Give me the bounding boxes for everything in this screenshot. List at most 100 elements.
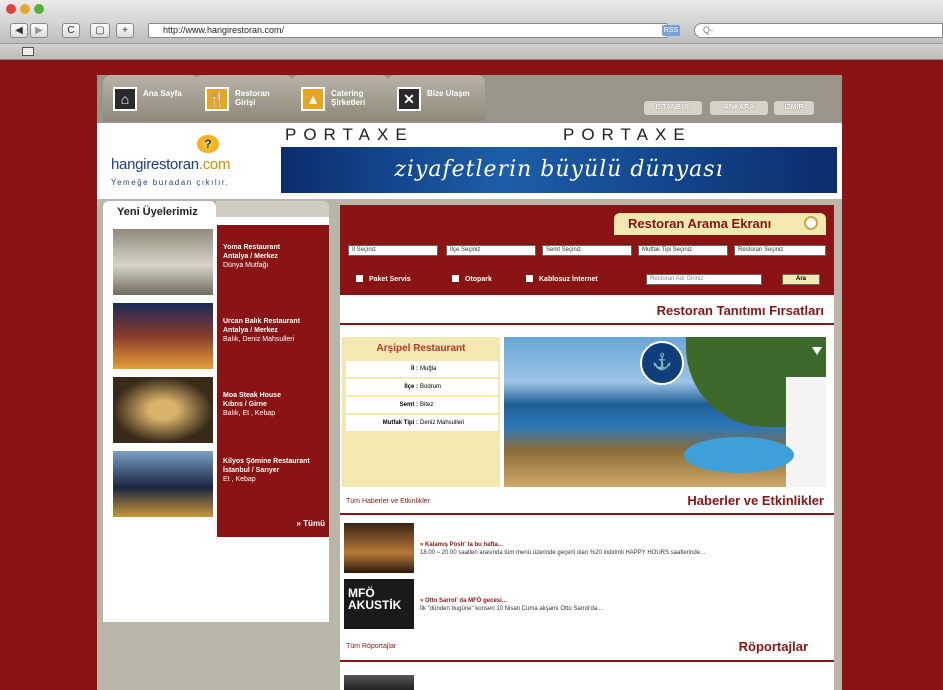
- portaxe-banner[interactable]: ziyafetlerin büyülü dünyası: [281, 147, 837, 193]
- restaurant-badge-icon: ⚓: [640, 341, 684, 385]
- reload-button[interactable]: C: [62, 23, 80, 38]
- nav-tab-contact[interactable]: ✕ Bize Ulaşın: [387, 75, 485, 121]
- city-izmir-button[interactable]: İZMİR: [774, 101, 814, 115]
- row-value: Bitez: [420, 402, 434, 408]
- restaurant-icon: 🍴: [205, 87, 229, 111]
- member-info: Kilyos Şömine Restaurant İstanbul / Sarı…: [217, 447, 329, 521]
- search-button[interactable]: Ara: [782, 274, 820, 285]
- bookmark-icon[interactable]: ▢: [90, 23, 110, 38]
- member-name: Urcan Balık Restaurant: [223, 318, 301, 325]
- next-arrow-icon[interactable]: [812, 347, 822, 355]
- member-item[interactable]: Moa Steak House Kıbrıs / Girne Balık, Et…: [103, 373, 329, 447]
- site-header: ? hangirestoran.com Yemeğe buradan çıkıl…: [97, 123, 842, 199]
- member-info: Urcan Balık Restaurant Antalya / Merkez …: [217, 299, 329, 373]
- news-thumbnail: [344, 523, 414, 573]
- photo-pool: [684, 437, 794, 473]
- restaurant-name-input[interactable]: Restoran Adı Giriniz: [646, 274, 762, 285]
- magnifier-icon: [804, 216, 818, 230]
- nav-tab-restaurant-login[interactable]: 🍴 Restoran Girişi: [195, 75, 293, 121]
- featured-row: İl : Muğla: [346, 361, 498, 377]
- zoom-window-button[interactable]: [34, 4, 44, 14]
- member-name: Yoma Restaurant: [223, 244, 281, 251]
- member-location: Antalya / Merkez: [223, 253, 278, 260]
- member-item[interactable]: Kilyos Şömine Restaurant İstanbul / Sarı…: [103, 447, 329, 521]
- news-heading: Haberler ve Etkinlikler: [687, 493, 824, 508]
- member-cuisine: Dünya Mutfağı: [223, 262, 269, 269]
- contact-icon: ✕: [397, 87, 421, 111]
- news-body: 18.00 – 20.00 saatleri arasında tüm menü…: [420, 550, 706, 556]
- interview-thumbnail[interactable]: [344, 675, 414, 690]
- portaxe-logo-2: PORTAXE: [563, 125, 692, 144]
- add-bookmark-button[interactable]: +: [116, 23, 134, 38]
- bookmarks-bar: [0, 44, 943, 60]
- member-name: Moa Steak House: [223, 392, 281, 399]
- restaurant-search-panel: Restoran Arama Ekranı İl Seçiniz İlçe Se…: [340, 205, 834, 295]
- site-tagline: Yemeğe buradan çıkılır.: [111, 178, 230, 187]
- restaurant-select[interactable]: Restoran Seçiniz: [734, 245, 826, 256]
- news-text: » Otto Sarrol' da MFÖ gecesi... İlk "dünd…: [420, 597, 604, 613]
- promo-heading: Restoran Tanıtımı Fırsatları: [656, 303, 824, 318]
- delivery-checkbox[interactable]: Paket Servis: [356, 275, 411, 283]
- forward-button[interactable]: ▶: [30, 23, 48, 38]
- rss-badge[interactable]: RSS: [662, 25, 680, 36]
- back-button[interactable]: ◀: [10, 23, 28, 38]
- checkbox-label: Otopark: [465, 276, 492, 283]
- member-location: İstanbul / Sarıyer: [223, 467, 280, 474]
- new-members-panel: Yoma Restaurant Antalya / Merkez Dünya M…: [103, 217, 329, 622]
- minimize-window-button[interactable]: [20, 4, 30, 14]
- wifi-checkbox[interactable]: Kablosuz İnternet: [526, 275, 598, 283]
- divider: [340, 323, 834, 325]
- member-photo: [113, 451, 213, 517]
- city-ankara-button[interactable]: ANKARA: [710, 101, 768, 115]
- cuisine-select[interactable]: Mutfak Tipi Seçiniz: [638, 245, 728, 256]
- parking-checkbox[interactable]: Otopark: [452, 275, 492, 283]
- home-icon: ⌂: [113, 87, 137, 111]
- address-text: http://www.hangirestoran.com/: [163, 25, 285, 35]
- portaxe-logo-1: PORTAXE: [285, 125, 414, 144]
- row-key: İlçe :: [404, 384, 418, 390]
- browser-toolbar: ◀ ▶ C ▢ + http://www.hangirestoran.com/ …: [0, 18, 943, 44]
- news-item[interactable]: MFÖ AKUSTİK » Otto Sarrol' da MFÖ gecesi…: [344, 579, 830, 631]
- top-navigation: ⌂ Ana Sayfa 🍴 Restoran Girişi ▲ Catering…: [97, 75, 842, 123]
- site-logo[interactable]: hangirestoran.com: [111, 156, 230, 173]
- nav-tab-label: Bize Ulaşın: [427, 89, 470, 98]
- nav-tab-catering[interactable]: ▲ Catering Şirketleri: [291, 75, 389, 121]
- divider: [340, 660, 834, 662]
- all-members-link[interactable]: » Tümü: [217, 517, 329, 537]
- close-window-button[interactable]: [6, 4, 16, 14]
- featured-row: Mutfak Tipi : Deniz Mahsulleri: [346, 415, 498, 431]
- checkbox-label: Kablosuz İnternet: [539, 276, 598, 283]
- search-panel-title: Restoran Arama Ekranı: [614, 213, 826, 235]
- featured-restaurant-card[interactable]: Arşipel Restaurant İl : Muğla İlçe : Bodru…: [342, 337, 500, 487]
- checkbox-label: Paket Servis: [369, 276, 411, 283]
- all-interviews-link[interactable]: Tüm Röportajlar: [346, 643, 396, 650]
- row-value: Bodrum: [420, 384, 442, 390]
- city-istanbul-button[interactable]: İSTANBUL: [644, 101, 702, 115]
- city-select[interactable]: İl Seçiniz: [348, 245, 438, 256]
- browser-search-input[interactable]: Q-: [694, 23, 943, 38]
- search-placeholder: Q-: [703, 25, 713, 35]
- all-news-link[interactable]: Tüm Haberler ve Etkinlikler: [346, 498, 430, 505]
- district-select[interactable]: İlçe Seçiniz: [446, 245, 536, 256]
- news-item[interactable]: » Kalamış Posh' ta bu hafta... 18.00 – 20…: [344, 523, 830, 575]
- featured-restaurant-photo[interactable]: ⚓: [504, 337, 826, 487]
- member-name: Kilyos Şömine Restaurant: [223, 458, 310, 465]
- checkbox-box: [356, 275, 363, 282]
- catering-icon: ▲: [301, 87, 325, 111]
- nav-tab-label: Ana Sayfa: [143, 89, 182, 98]
- checkbox-box: [526, 275, 533, 282]
- address-bar[interactable]: http://www.hangirestoran.com/: [148, 23, 668, 38]
- nav-tab-label: Catering Şirketleri: [331, 89, 366, 107]
- site-container: ⌂ Ana Sayfa 🍴 Restoran Girişi ▲ Catering…: [97, 75, 842, 690]
- news-text: » Kalamış Posh' ta bu hafta... 18.00 – 20…: [420, 541, 705, 557]
- member-item[interactable]: Urcan Balık Restaurant Antalya / Merkez …: [103, 299, 329, 373]
- member-info: Yoma Restaurant Antalya / Merkez Dünya M…: [217, 225, 329, 299]
- featured-row: Semt : Bitez: [346, 397, 498, 413]
- nav-tab-home[interactable]: ⌂ Ana Sayfa: [103, 75, 199, 121]
- neighborhood-select[interactable]: Semt Seçiniz: [542, 245, 632, 256]
- member-item[interactable]: Yoma Restaurant Antalya / Merkez Dünya M…: [103, 225, 329, 299]
- photo-building: [786, 377, 826, 487]
- window-titlebar: [0, 0, 943, 18]
- member-photo: [113, 229, 213, 295]
- bookmarks-icon[interactable]: [22, 47, 34, 56]
